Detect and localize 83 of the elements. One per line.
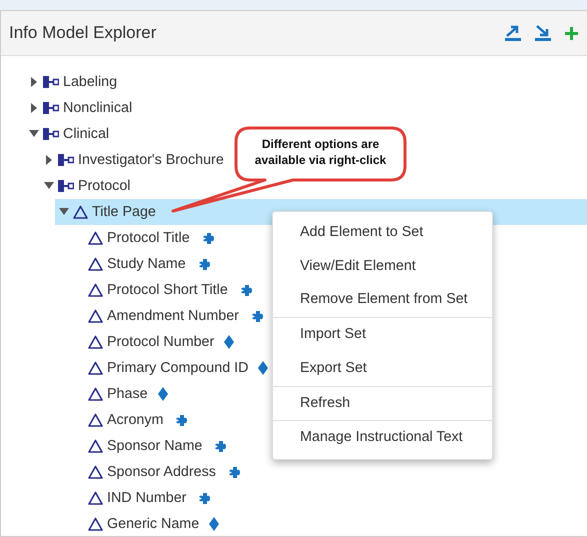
triangle-icon	[88, 413, 103, 427]
block-icon	[58, 154, 74, 166]
tree-row[interactable]: Protocol Number	[70, 329, 234, 355]
triangle-icon	[88, 309, 103, 323]
menu-item[interactable]: View/Edit Element	[273, 250, 492, 284]
tree-row[interactable]: Protocol	[40, 173, 130, 199]
tree-row[interactable]: Nonclinical	[25, 95, 132, 121]
menu-item[interactable]: Import Set	[273, 318, 492, 352]
tree-row[interactable]: IND Number	[70, 485, 212, 511]
tree-label: Primary Compound ID	[107, 360, 248, 376]
triangle-icon	[88, 335, 103, 349]
tree-row[interactable]: Sponsor Address	[70, 459, 242, 485]
puzzle-icon	[228, 466, 242, 478]
tree-row[interactable]: Phase	[70, 381, 168, 407]
triangle-icon	[88, 257, 103, 271]
block-icon	[43, 102, 59, 114]
diamond-icon	[258, 361, 268, 375]
menu-item[interactable]: Export Set	[273, 352, 492, 386]
caret-right-icon[interactable]	[44, 155, 54, 165]
puzzle-icon	[202, 232, 216, 244]
block-icon	[43, 128, 59, 140]
add-icon[interactable]	[564, 26, 579, 40]
caret-down-icon[interactable]	[29, 130, 39, 138]
triangle-icon	[88, 283, 103, 297]
triangle-icon	[88, 439, 103, 453]
tree-label: Generic Name	[107, 516, 200, 532]
tree-row[interactable]: Sponsor Name	[70, 433, 228, 459]
panel-title: Info Model Explorer	[9, 22, 158, 44]
tree-row[interactable]: Acronym	[70, 407, 190, 433]
puzzle-icon	[198, 492, 212, 504]
export-icon[interactable]	[504, 24, 522, 42]
puzzle-icon	[240, 284, 254, 296]
triangle-icon	[88, 491, 103, 505]
puzzle-icon	[214, 440, 228, 452]
tree-row[interactable]: Generic Name	[70, 511, 220, 536]
caret-right-icon[interactable]	[29, 103, 39, 113]
menu-item[interactable]: Add Element to Set	[273, 216, 492, 250]
diamond-icon	[158, 387, 168, 401]
tree-label: Protocol Title	[107, 230, 190, 246]
tree-label: Clinical	[63, 126, 110, 142]
tree-row[interactable]: Clinical	[25, 121, 110, 147]
puzzle-icon	[175, 414, 190, 426]
tree-row[interactable]: Protocol Title	[70, 225, 216, 251]
caret-down-icon[interactable]	[59, 208, 69, 216]
triangle-icon	[73, 205, 88, 219]
diamond-icon	[224, 335, 234, 349]
tree-row[interactable]: Protocol Short Title	[70, 277, 254, 303]
tree-label: IND Number	[107, 490, 186, 506]
tree-row[interactable]: Amendment Number	[70, 303, 265, 329]
tree-label: Nonclinical	[63, 100, 132, 116]
tree-label: Acronym	[107, 412, 164, 428]
menu-item[interactable]: Remove Element from Set	[273, 283, 492, 318]
menu-item[interactable]: Manage Instructional Text	[273, 421, 492, 456]
tree-row[interactable]: Labeling	[25, 69, 118, 95]
block-icon	[58, 180, 74, 192]
tree-label: Phase	[107, 386, 148, 402]
menu-item[interactable]: Refresh	[273, 386, 492, 420]
diamond-icon	[209, 517, 220, 531]
triangle-icon	[88, 387, 103, 401]
puzzle-icon	[250, 310, 265, 322]
import-icon[interactable]	[534, 24, 552, 42]
triangle-icon	[88, 361, 103, 375]
caret-down-icon[interactable]	[44, 182, 54, 190]
tree-row[interactable]: Investigator's Brochure	[40, 147, 224, 173]
tree-label: Investigator's Brochure	[78, 152, 224, 168]
tree-label: Sponsor Name	[107, 438, 202, 454]
block-icon	[43, 76, 59, 88]
tree-row[interactable]: Study Name	[70, 251, 212, 277]
tree-label: Protocol	[78, 178, 130, 194]
puzzle-icon	[198, 258, 212, 270]
triangle-icon	[88, 517, 103, 531]
tree-label: Protocol Short Title	[107, 282, 228, 298]
tree-label: Sponsor Address	[107, 464, 216, 480]
triangle-icon	[88, 231, 103, 245]
tree-label: Protocol Number	[107, 334, 214, 350]
caret-right-icon[interactable]	[29, 77, 39, 87]
tree-label: Labeling	[63, 74, 118, 90]
tree-label: Title Page	[92, 204, 156, 220]
tree-label: Study Name	[107, 256, 186, 272]
callout-text: Different options are available via right-click	[254, 137, 388, 168]
tree-row[interactable]: Primary Compound ID	[70, 355, 268, 381]
triangle-icon	[88, 465, 103, 479]
tree-label: Amendment Number	[107, 308, 239, 324]
